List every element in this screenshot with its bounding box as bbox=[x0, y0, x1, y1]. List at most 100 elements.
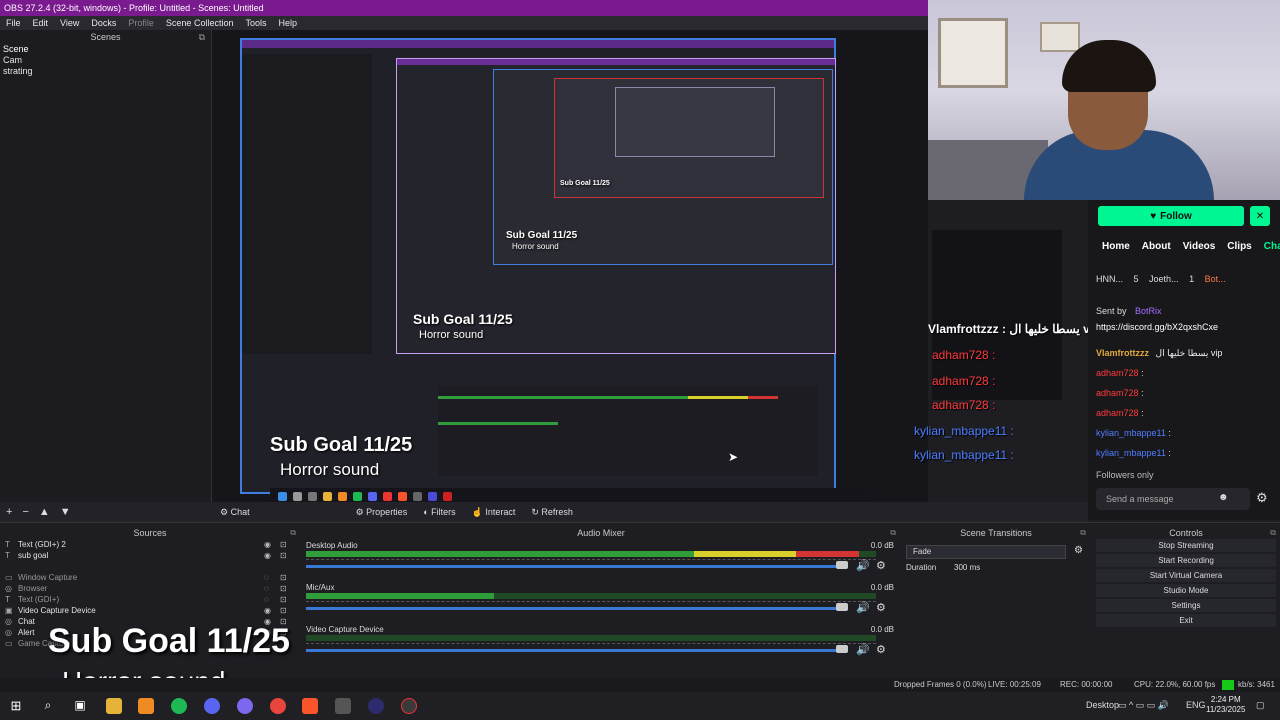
tray-icons[interactable]: ▭ ^ ▭ ▭ 🔊 bbox=[1118, 700, 1169, 711]
file-explorer-icon[interactable] bbox=[106, 698, 122, 714]
spotify-icon[interactable] bbox=[171, 698, 187, 714]
chat-message: Vlamfrottzzz يسطا خليها ال vip bbox=[1096, 348, 1223, 358]
visibility-icon[interactable]: ◉ bbox=[264, 550, 271, 561]
move-up-icon[interactable]: ▲ bbox=[39, 506, 50, 518]
menu-file[interactable]: File bbox=[6, 18, 21, 28]
nested-spotify-icon bbox=[353, 491, 362, 501]
add-scene-icon[interactable]: + bbox=[6, 506, 12, 518]
dock-float-icon[interactable]: ⧉ bbox=[199, 30, 205, 44]
volume-slider-handle[interactable] bbox=[836, 561, 848, 569]
clock[interactable]: 2:24 PM 11/23/2025 bbox=[1206, 695, 1245, 715]
emote-picker-icon[interactable]: ☻ bbox=[1218, 492, 1229, 503]
channel-settings-icon[interactable]: ⚙ bbox=[876, 643, 886, 656]
nested-folder-icon bbox=[323, 491, 332, 501]
windows-start-icon[interactable]: ⊞ bbox=[8, 698, 24, 714]
source-row[interactable] bbox=[0, 561, 300, 572]
source-row[interactable]: ▭ Window Capture ◌ ⊡ bbox=[0, 572, 300, 583]
speaker-icon[interactable]: 🔊 bbox=[856, 643, 870, 656]
lock-icon[interactable]: ⊡ bbox=[280, 594, 287, 605]
transition-select[interactable]: Fade bbox=[906, 545, 1066, 559]
lock-icon[interactable]: ⊡ bbox=[280, 583, 287, 594]
transition-settings-icon[interactable]: ⚙ bbox=[1074, 545, 1083, 556]
duration-input[interactable]: 300 ms bbox=[950, 561, 1070, 575]
discord-icon[interactable] bbox=[204, 698, 220, 714]
scene-item-strating[interactable]: strating bbox=[0, 66, 211, 77]
stop-streaming-button[interactable]: Stop Streaming bbox=[1096, 539, 1276, 552]
notification-icon[interactable]: ▢ bbox=[1256, 700, 1265, 711]
app-icon[interactable] bbox=[138, 698, 154, 714]
menu-edit[interactable]: Edit bbox=[33, 18, 49, 28]
visibility-icon[interactable]: ◌ bbox=[264, 583, 269, 594]
tab-videos[interactable]: Videos bbox=[1183, 241, 1216, 252]
volume-slider[interactable] bbox=[306, 607, 846, 610]
menu-docks[interactable]: Docks bbox=[91, 18, 116, 28]
studio-mode-button[interactable]: Studio Mode bbox=[1096, 584, 1276, 597]
speaker-icon[interactable]: 🔊 bbox=[856, 559, 870, 572]
menu-scene-collection[interactable]: Scene Collection bbox=[166, 18, 234, 28]
properties-button[interactable]: ⚙ Properties bbox=[356, 507, 408, 518]
preview-canvas[interactable]: Sub Goal 11/25 Sub Goal 11/25 Horror sou… bbox=[212, 30, 1101, 504]
lock-icon[interactable]: ⊡ bbox=[280, 605, 287, 616]
follow-button[interactable]: ♥ Follow bbox=[1098, 206, 1244, 226]
scene-item-scene[interactable]: Scene bbox=[0, 44, 211, 55]
source-row[interactable]: ▣ Video Capture Device ◉ ⊡ bbox=[0, 605, 300, 616]
filters-button[interactable]: ◐ Filters bbox=[423, 507, 455, 517]
lock-icon[interactable]: ⊡ bbox=[280, 572, 287, 583]
desktop-label[interactable]: Desktop bbox=[1086, 700, 1119, 710]
notification-toggle-icon[interactable]: ✕ bbox=[1250, 206, 1270, 226]
tab-clips[interactable]: Clips bbox=[1227, 241, 1251, 252]
visibility-icon[interactable]: ◉ bbox=[264, 605, 271, 616]
overlay-chat-line-3: adham728 : bbox=[932, 374, 996, 388]
terminal-icon[interactable] bbox=[335, 698, 351, 714]
nested-sub-goal-1: Sub Goal 11/25 bbox=[413, 311, 513, 327]
menu-tools[interactable]: Tools bbox=[245, 18, 266, 28]
dock-float-icon[interactable]: ⧉ bbox=[1080, 527, 1086, 539]
menu-profile[interactable]: Profile bbox=[128, 18, 154, 28]
visibility-icon[interactable]: ◌ bbox=[264, 572, 269, 583]
brave-icon[interactable] bbox=[302, 698, 318, 714]
source-row[interactable]: ◎ Browser ◌ ⊡ bbox=[0, 583, 300, 594]
settings-button[interactable]: Settings bbox=[1096, 599, 1276, 612]
dock-float-icon[interactable]: ⧉ bbox=[290, 527, 296, 539]
source-row[interactable]: T Text (GDI+) 2 ◉ ⊡ bbox=[0, 539, 300, 550]
start-recording-button[interactable]: Start Recording bbox=[1096, 554, 1276, 567]
menu-view[interactable]: View bbox=[60, 18, 79, 28]
tab-about[interactable]: About bbox=[1142, 241, 1171, 252]
dock-float-icon[interactable]: ⧉ bbox=[890, 527, 896, 539]
volume-slider[interactable] bbox=[306, 649, 846, 652]
volume-slider-handle[interactable] bbox=[836, 603, 848, 611]
tab-home[interactable]: Home bbox=[1102, 241, 1130, 252]
menu-help[interactable]: Help bbox=[278, 18, 297, 28]
obs-studio-icon[interactable] bbox=[401, 698, 417, 714]
task-view-icon[interactable]: ▣ bbox=[72, 698, 88, 714]
visibility-icon[interactable]: ◌ bbox=[264, 594, 269, 605]
source-row[interactable]: Tsub goal ◉ ⊡ bbox=[0, 550, 300, 561]
exit-button[interactable]: Exit bbox=[1096, 614, 1276, 627]
language-indicator[interactable]: ENG bbox=[1186, 700, 1206, 710]
volume-slider[interactable] bbox=[306, 565, 846, 568]
controls-dock: Controls ⧉ Stop Streaming Start Recording… bbox=[1092, 527, 1280, 677]
chrome-icon[interactable] bbox=[270, 698, 286, 714]
obs-icon[interactable] bbox=[368, 698, 384, 714]
channel-settings-icon[interactable]: ⚙ bbox=[876, 559, 886, 572]
speaker-icon[interactable]: 🔊 bbox=[856, 601, 870, 614]
visibility-icon[interactable]: ◉ bbox=[264, 539, 271, 550]
channel-settings-icon[interactable]: ⚙ bbox=[876, 601, 886, 614]
start-virtual-camera-button[interactable]: Start Virtual Camera bbox=[1096, 569, 1276, 582]
pinned-link[interactable]: https://discord.gg/bX2qxshCxe bbox=[1096, 322, 1218, 332]
refresh-button[interactable]: ↻ Refresh bbox=[531, 507, 573, 518]
tab-chat[interactable]: Chat bbox=[1264, 241, 1280, 252]
lock-icon[interactable]: ⊡ bbox=[280, 550, 287, 561]
source-row[interactable]: T Text (GDI+) ◌ ⊡ bbox=[0, 594, 300, 605]
remove-scene-icon[interactable]: − bbox=[22, 506, 28, 518]
lock-icon[interactable]: ⊡ bbox=[280, 539, 287, 550]
chat-settings-icon[interactable]: ⚙ bbox=[1256, 490, 1268, 506]
interact-button[interactable]: ☝ Interact bbox=[472, 507, 516, 518]
nested-meter-2 bbox=[438, 422, 558, 425]
discord-alt-icon[interactable] bbox=[237, 698, 253, 714]
volume-slider-handle[interactable] bbox=[836, 645, 848, 653]
search-icon[interactable]: ⌕ bbox=[40, 698, 56, 714]
dock-float-icon[interactable]: ⧉ bbox=[1270, 527, 1276, 539]
move-down-icon[interactable]: ▼ bbox=[60, 506, 71, 518]
scene-item-cam[interactable]: Cam bbox=[0, 55, 211, 66]
